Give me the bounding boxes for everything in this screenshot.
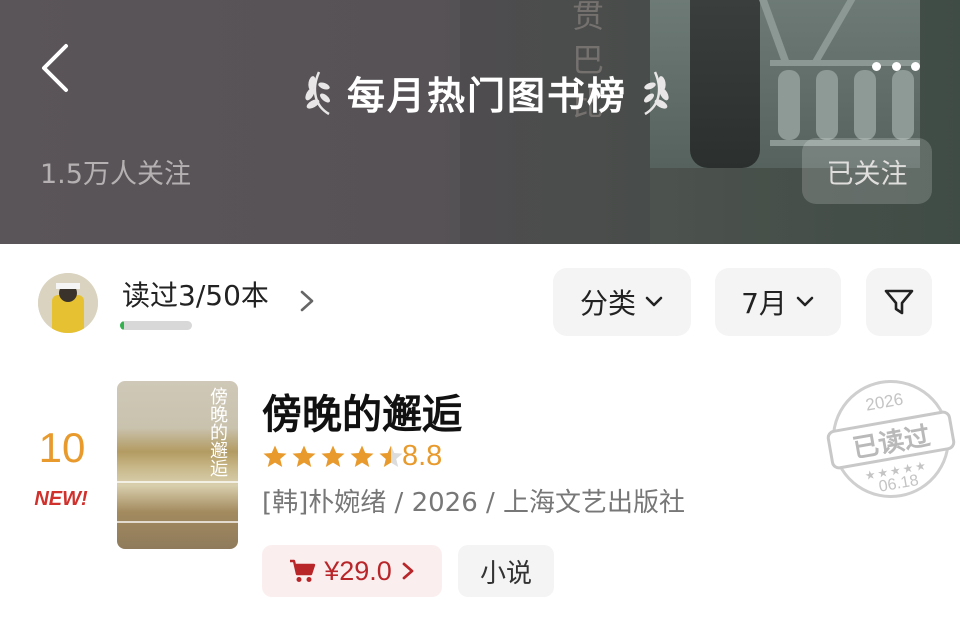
chevron-right-icon: [402, 562, 414, 580]
filter-button[interactable]: [866, 268, 932, 336]
photo-figure: [690, 0, 760, 168]
avatar-image: [38, 273, 98, 333]
new-badge: NEW!: [34, 488, 88, 510]
follower-count: 1.5万人关注: [40, 159, 191, 190]
chevron-down-icon: [645, 296, 663, 307]
chevron-right-icon[interactable]: [296, 286, 318, 316]
more-dots-icon[interactable]: [866, 50, 926, 82]
rank-number: 10: [38, 424, 86, 471]
price-label: ¥29.0: [324, 555, 392, 586]
laurel-right-icon: [644, 71, 669, 116]
read-stamp: 2026 已读过 ★★★★★ 06.18: [817, 370, 960, 511]
month-dropdown[interactable]: 7月: [715, 268, 841, 336]
follow-button[interactable]: 已关注: [802, 138, 932, 204]
funnel-icon: [884, 289, 914, 315]
star-icon: [379, 445, 403, 467]
shopping-cart-icon: [290, 559, 316, 582]
title-group: 每月热门图书榜: [282, 60, 692, 124]
reading-progress-fill: [120, 321, 125, 330]
star-icon: [263, 445, 287, 467]
reading-progress-bar: [120, 321, 192, 330]
star-icon: [292, 445, 316, 467]
category-label: 分类: [579, 287, 636, 320]
star-rating: [262, 444, 404, 470]
buy-button[interactable]: ¥29.0: [262, 545, 442, 597]
chevron-down-icon: [796, 296, 814, 307]
page-title: 每月热门图书榜: [346, 73, 627, 118]
month-label: 7月: [741, 287, 787, 320]
book-meta: [韩]朴婉绪 / 2026 / 上海文艺出版社: [262, 488, 686, 518]
category-dropdown[interactable]: 分类: [553, 268, 691, 336]
cover-title: 傍晚的邂逅: [207, 387, 228, 477]
reading-progress-label[interactable]: 读过3/50本: [122, 274, 269, 314]
laurel-left-icon: [305, 71, 330, 116]
header-banner: 贯巴比 每月热门图书榜 1.5万人关注 已关注: [0, 0, 960, 244]
book-cover[interactable]: 傍晚的邂逅: [117, 381, 238, 549]
genre-tag[interactable]: 小说: [458, 545, 554, 597]
back-chevron-icon[interactable]: [36, 42, 80, 94]
avatar[interactable]: [38, 273, 98, 333]
star-icon: [350, 445, 374, 467]
rating-value: 8.8: [402, 440, 443, 472]
book-title[interactable]: 傍晚的邂逅: [262, 382, 462, 440]
star-icon: [321, 445, 345, 467]
